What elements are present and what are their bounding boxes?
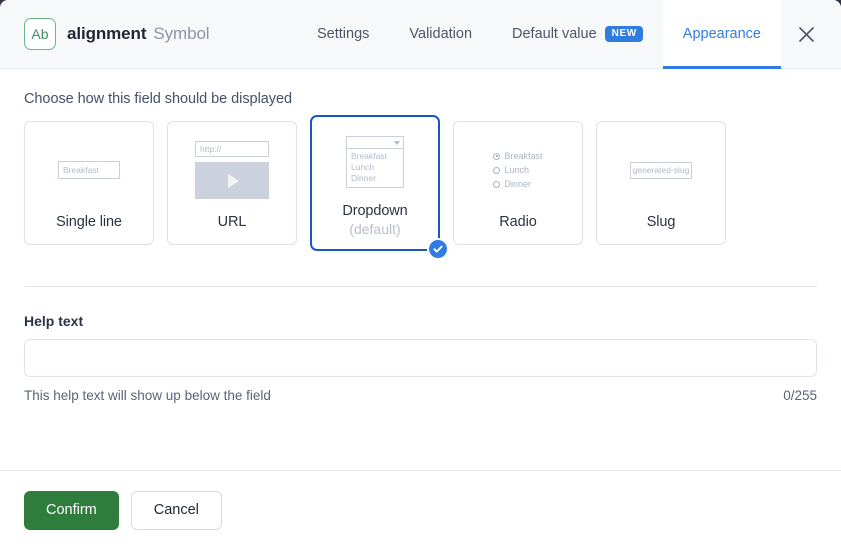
radio-preview-item: Breakfast: [493, 150, 543, 162]
radio-preview-group: Breakfast Lunch Dinner: [493, 150, 543, 190]
option-card-label: Slug: [646, 214, 676, 230]
dialog-tabs: Settings Validation Default value NEW Ap…: [297, 0, 817, 69]
close-icon[interactable]: [789, 17, 823, 51]
single-line-preview-input: Breakfast: [58, 161, 120, 179]
radio-preview-item: Lunch: [493, 165, 542, 176]
radio-preview: Breakfast Lunch Dinner: [454, 122, 582, 214]
option-card-label: Radio: [499, 214, 537, 230]
radio-option-label: Lunch: [504, 164, 530, 175]
tab-settings[interactable]: Settings: [297, 0, 389, 68]
play-icon: [228, 173, 239, 188]
tab-default-value-label: Default value: [512, 26, 597, 42]
header-title-group: Ab alignment Symbol: [24, 18, 210, 50]
help-text-footer: This help text will show up below the fi…: [24, 388, 817, 403]
option-card-label: Dropdown: [342, 203, 408, 219]
section-divider: [24, 286, 817, 287]
dropdown-preview: Breakfast Lunch Dinner: [312, 117, 438, 203]
dropdown-option: Breakfast: [351, 151, 387, 161]
tab-appearance[interactable]: Appearance: [662, 0, 782, 69]
option-card-single-line[interactable]: Breakfast Single line: [24, 121, 154, 245]
radio-option-label: Dinner: [504, 178, 531, 189]
url-preview-input: http://: [195, 141, 269, 157]
dropdown-preview-select: [346, 136, 404, 149]
option-card-label: URL: [217, 214, 247, 230]
tab-default-value[interactable]: Default value NEW: [492, 0, 663, 68]
radio-preview-item: Dinner: [493, 179, 542, 190]
radio-option-label: Breakfast: [504, 150, 543, 161]
field-type-label: Symbol: [153, 24, 210, 43]
tab-validation-label: Validation: [409, 26, 473, 42]
tab-settings-label: Settings: [317, 26, 370, 42]
dropdown-preview-options: Breakfast Lunch Dinner: [346, 149, 404, 188]
slug-preview: generated-slug: [597, 122, 725, 214]
new-badge: NEW: [604, 26, 643, 42]
help-text-input[interactable]: [24, 339, 817, 377]
field-settings-dialog: Ab alignment Symbol Settings Validation D…: [0, 0, 841, 549]
character-counter: 0/255: [783, 388, 817, 403]
radio-icon: [493, 166, 501, 174]
field-name-label: alignment: [67, 24, 147, 43]
radio-icon: [493, 180, 501, 188]
field-type-icon: Ab: [24, 18, 56, 50]
cancel-button[interactable]: Cancel: [130, 490, 222, 530]
dialog-header: Ab alignment Symbol Settings Validation D…: [0, 0, 841, 69]
option-card-default-label: (default): [349, 221, 401, 237]
tab-validation[interactable]: Validation: [389, 0, 492, 68]
help-text-hint: This help text will show up below the fi…: [24, 388, 271, 403]
option-card-slug[interactable]: generated-slug Slug: [596, 121, 726, 245]
slug-preview-input: generated-slug: [630, 161, 692, 179]
section-title: Choose how this field should be displaye…: [24, 91, 292, 107]
chevron-down-icon: [394, 140, 400, 145]
appearance-option-list: Breakfast Single line http:// URL Breakf…: [24, 115, 817, 260]
tab-appearance-label: Appearance: [682, 26, 761, 42]
help-text-label: Help text: [24, 313, 84, 329]
dropdown-option: Dinner: [351, 173, 377, 183]
option-card-label: Single line: [56, 214, 122, 230]
radio-icon-checked: [493, 152, 501, 160]
dialog-footer: Confirm Cancel: [0, 471, 841, 549]
page-title: alignment Symbol: [67, 24, 210, 44]
option-card-dropdown[interactable]: Breakfast Lunch Dinner Dropdown (default…: [310, 115, 449, 260]
option-card-url[interactable]: http:// URL: [167, 121, 297, 245]
single-line-preview: Breakfast: [25, 122, 153, 214]
url-preview: http://: [168, 122, 296, 214]
video-thumbnail-preview: [195, 162, 269, 199]
selected-check-icon: [427, 238, 449, 260]
option-card-radio[interactable]: Breakfast Lunch Dinner Radio: [453, 121, 583, 245]
confirm-button[interactable]: Confirm: [24, 490, 119, 530]
dropdown-option: Lunch: [351, 162, 375, 172]
dialog-body: Choose how this field should be displaye…: [0, 91, 841, 403]
